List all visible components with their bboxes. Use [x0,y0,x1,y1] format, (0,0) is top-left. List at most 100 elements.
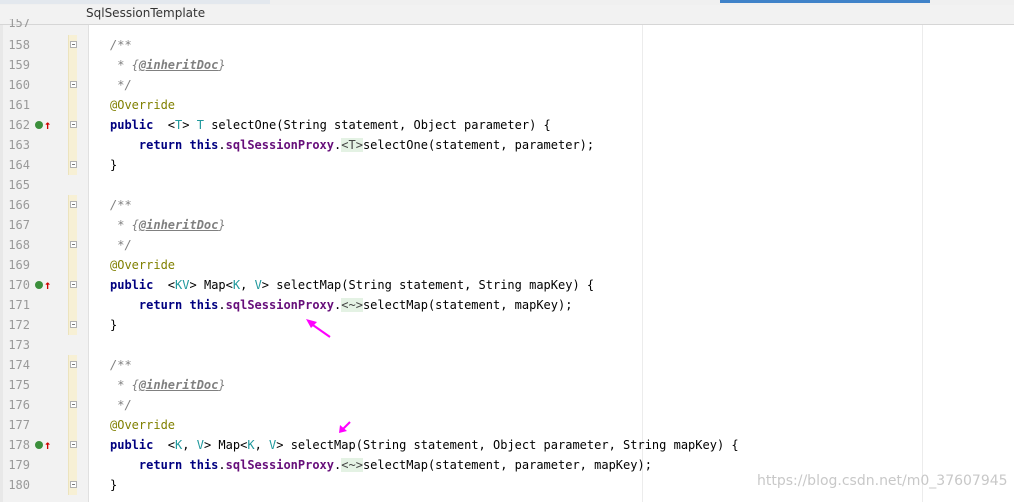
watermark: https://blog.csdn.net/m0_37607945 [757,473,1008,489]
breadcrumb-class-name[interactable]: SqlSessionTemplate [86,6,205,20]
fold-toggle-icon[interactable] [70,281,77,288]
override-up-arrow-icon[interactable]: ↑ [44,275,51,295]
code-line[interactable]: 166 /** [0,195,1014,215]
code-token: @inheritDoc [138,218,219,232]
line-number: 173 [8,338,30,352]
code-text: return this.sqlSessionProxy.<~>selectMap… [110,295,572,315]
code-text: public <K, V> Map<K, V> selectMap(String… [110,435,739,455]
code-line[interactable]: 172} [0,315,1014,335]
implements-method-icon[interactable] [35,281,43,289]
fold-toggle-icon[interactable] [70,241,77,248]
fold-region-bar [68,195,77,335]
annotation-arrow-1 [306,319,331,338]
folded-type-args[interactable]: <~> [341,298,363,312]
code-token: public [110,278,154,292]
line-number: 158 [8,38,30,52]
code-token: > Map< [189,278,233,292]
line-number: 162 [8,118,30,132]
code-line[interactable]: 173 [0,335,1014,355]
code-token: . [218,458,226,472]
code-line[interactable]: 159 * {@inheritDoc} [0,55,1014,75]
code-token: V [182,278,190,292]
fold-toggle-icon[interactable] [70,321,77,328]
code-token: , [240,278,255,292]
code-line[interactable]: 171 return this.sqlSessionProxy.<~>selec… [0,295,1014,315]
line-number: 176 [8,398,30,412]
line-number: 161 [8,98,30,112]
implements-method-icon[interactable] [35,441,43,449]
code-token: . [218,298,226,312]
fold-toggle-icon[interactable] [70,161,77,168]
code-token: selectMap(statement, parameter, mapKey); [362,458,652,472]
implements-method-icon[interactable] [35,121,43,129]
code-text: * {@inheritDoc} [110,375,225,395]
code-token: } [218,218,226,232]
code-text: /** [110,195,132,215]
code-text: */ [110,235,132,255]
code-token: @Override [110,98,176,112]
code-token: V [196,438,204,452]
code-line[interactable]: 165 [0,175,1014,195]
fold-toggle-icon[interactable] [70,361,77,368]
code-line[interactable]: 178 ↑ public <K, V> Map<K, V> selectMap(St… [0,435,1014,455]
fold-toggle-icon[interactable] [70,121,77,128]
folded-type-args[interactable]: <~> [341,458,363,472]
fold-toggle-icon[interactable] [70,441,77,448]
code-token: */ [110,78,132,92]
inactive-tab[interactable] [0,0,270,4]
override-up-arrow-icon[interactable]: ↑ [44,435,51,455]
folded-type-args[interactable]: <T> [341,138,363,152]
code-line[interactable]: 167 * {@inheritDoc} [0,215,1014,235]
code-line[interactable]: 175 * {@inheritDoc} [0,375,1014,395]
code-line[interactable]: 177 @Override [0,415,1014,435]
code-token: @Override [110,258,176,272]
line-number: 167 [8,218,30,232]
line-number: 160 [8,78,30,92]
code-token: return [138,298,183,312]
code-line[interactable]: 161 @Override [0,95,1014,115]
code-token: /** [110,358,132,372]
code-line[interactable]: 160 */ [0,75,1014,95]
line-number: 169 [8,258,30,272]
code-text: } [110,315,117,335]
code-line[interactable]: 163 return this.sqlSessionProxy.<T>selec… [0,135,1014,155]
code-token: return [138,458,183,472]
code-token: selectMap(statement, mapKey); [362,298,573,312]
code-token: */ [110,238,132,252]
code-text: public <KV> Map<K, V> selectMap(String s… [110,275,594,295]
code-line[interactable]: 179 return this.sqlSessionProxy.<~>selec… [0,455,1014,475]
code-text: */ [110,395,131,415]
code-text: return this.sqlSessionProxy.<T>selectOne… [110,135,594,155]
code-text: /** [110,355,132,375]
partial-top-line: 157 [0,19,1014,31]
code-token: , [182,438,197,452]
code-line[interactable]: 176 */ [0,395,1014,415]
code-token: public [110,438,154,452]
code-line[interactable]: 170 ↑ public <KV> Map<K, V> selectMap(Stri… [0,275,1014,295]
fold-toggle-icon[interactable] [70,41,77,48]
fold-toggle-icon[interactable] [70,401,77,408]
code-text: * {@inheritDoc} [110,55,225,75]
code-line[interactable]: 174 /** [0,355,1014,375]
code-token: public [110,118,154,132]
code-line[interactable]: 164} [0,155,1014,175]
code-line[interactable]: 162 ↑ public <T> T selectOne(String statem… [0,115,1014,135]
line-number: 165 [8,178,30,192]
code-token: < [153,438,176,452]
code-line[interactable]: 169 @Override [0,255,1014,275]
fold-toggle-icon[interactable] [70,201,77,208]
code-token: } [110,478,118,492]
active-tab-indicator [720,0,930,3]
code-line[interactable]: 158 /** [0,35,1014,55]
code-token: @Override [110,418,176,432]
code-text: @Override [110,415,175,435]
fold-toggle-icon[interactable] [70,81,77,88]
override-up-arrow-icon[interactable]: ↑ [44,115,51,135]
line-number: 178 [8,438,30,452]
fold-toggle-icon[interactable] [70,481,77,488]
code-line[interactable]: 168 */ [0,235,1014,255]
